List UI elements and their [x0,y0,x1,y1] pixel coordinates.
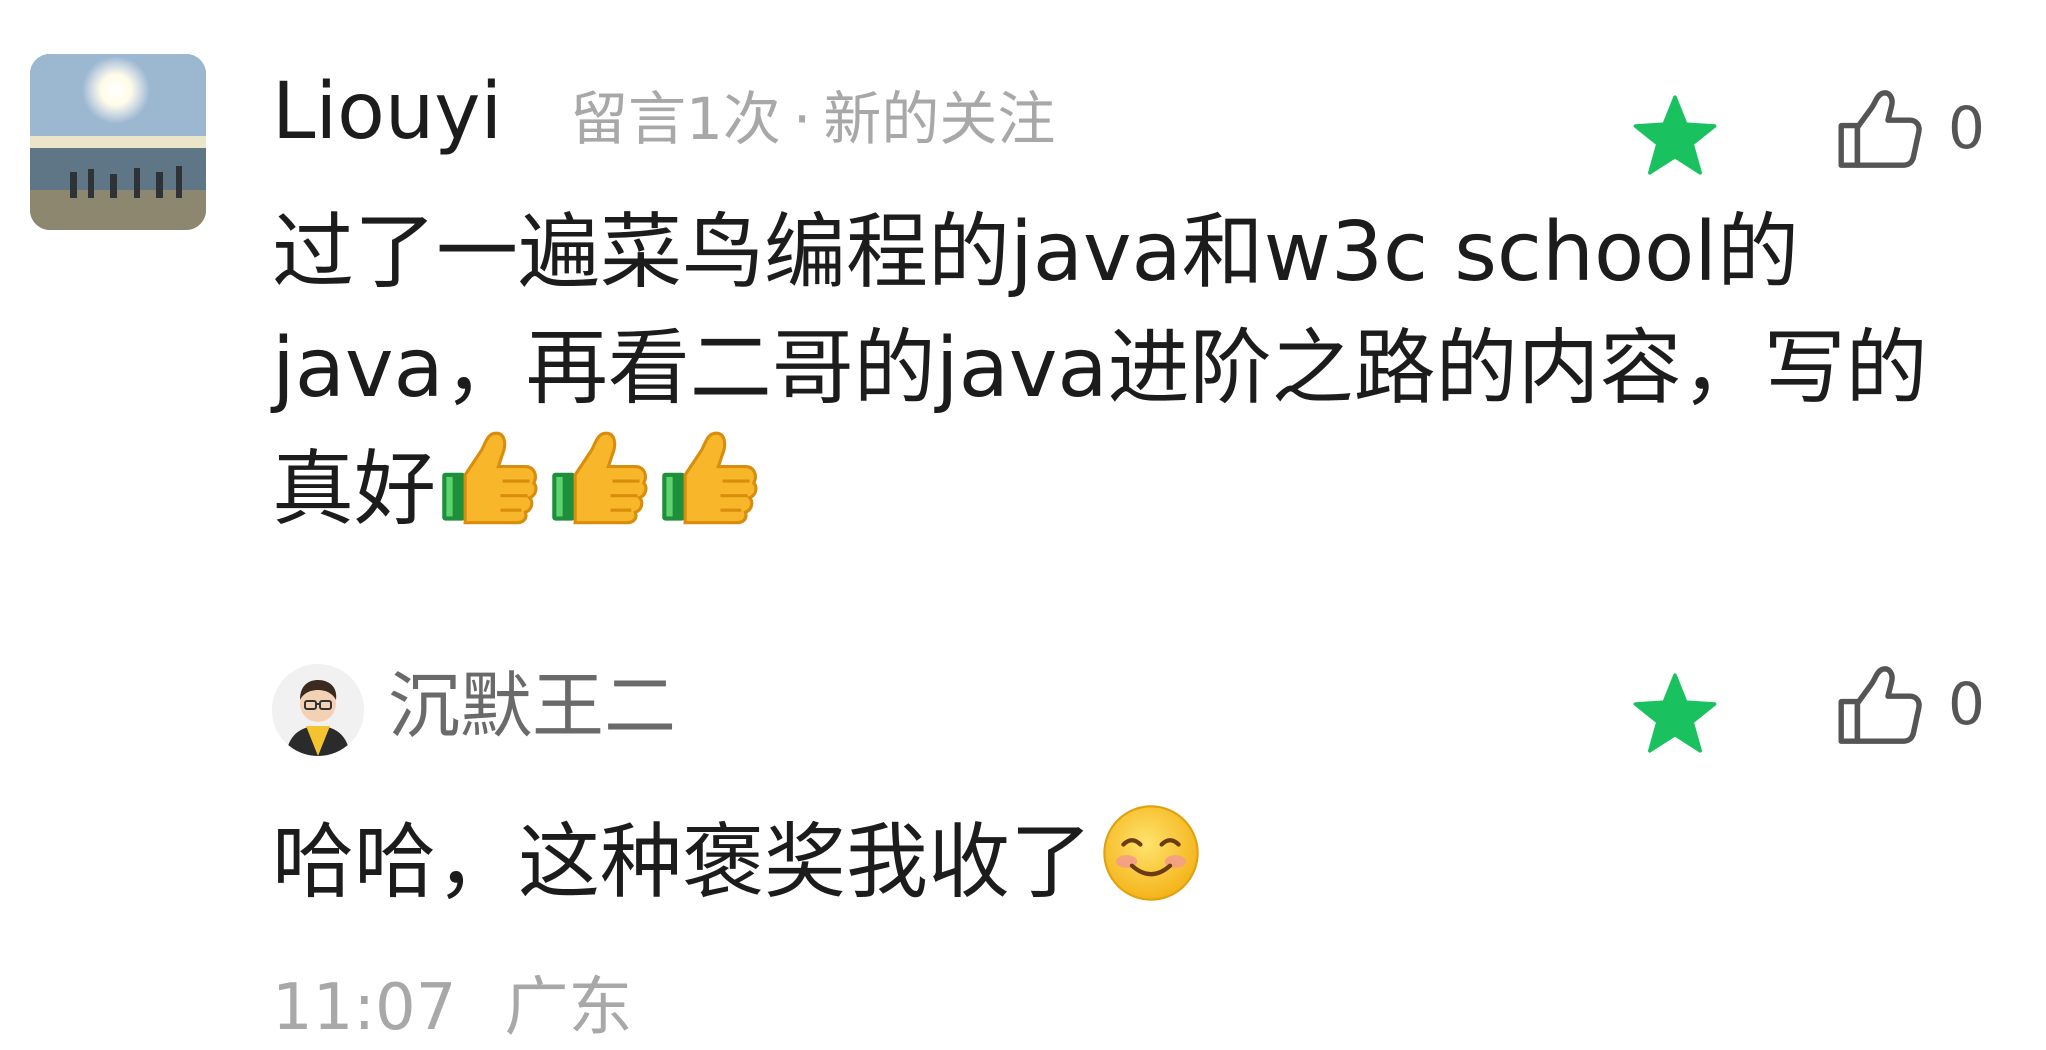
meta-separator: · [792,85,812,153]
like-count: 0 [1948,670,1985,738]
star-icon[interactable] [1630,668,1720,758]
comment-count-label: 留言1次 [570,85,781,153]
emoji-group [436,427,766,562]
smiling-face-emoji-icon [1098,800,1204,906]
star-icon[interactable] [1630,90,1720,180]
follow-status-label: 新的关注 [823,85,1056,153]
thumbs-up-icon[interactable] [1834,86,1924,176]
like-count: 0 [1948,94,1985,162]
thumbs-up-emoji-icon [436,427,540,531]
comment-content: 过了一遍菜鸟编程的java和w3c school的java，再看二哥的java进… [272,195,1972,562]
reply-location: 广东 [504,971,633,1045]
comment-author-name[interactable]: Liouyi [272,62,502,162]
reply-author-name[interactable]: 沉默王二 [388,658,676,754]
comment-meta: 留言1次 · 新的关注 [570,84,1055,154]
comment-author-avatar[interactable] [30,54,206,230]
thumbs-up-emoji-icon [546,427,650,531]
reply-author-avatar[interactable] [272,664,364,756]
reply-time: 11:07 [272,971,457,1045]
thumbs-up-emoji-icon [656,427,760,531]
reply-text: 哈哈，这种褒奖我收了 [272,815,1093,910]
reply-content: 哈哈，这种褒奖我收了 [272,800,1972,921]
thumbs-up-icon[interactable] [1834,662,1924,752]
reply-meta: 11:07 广东 [272,970,632,1046]
